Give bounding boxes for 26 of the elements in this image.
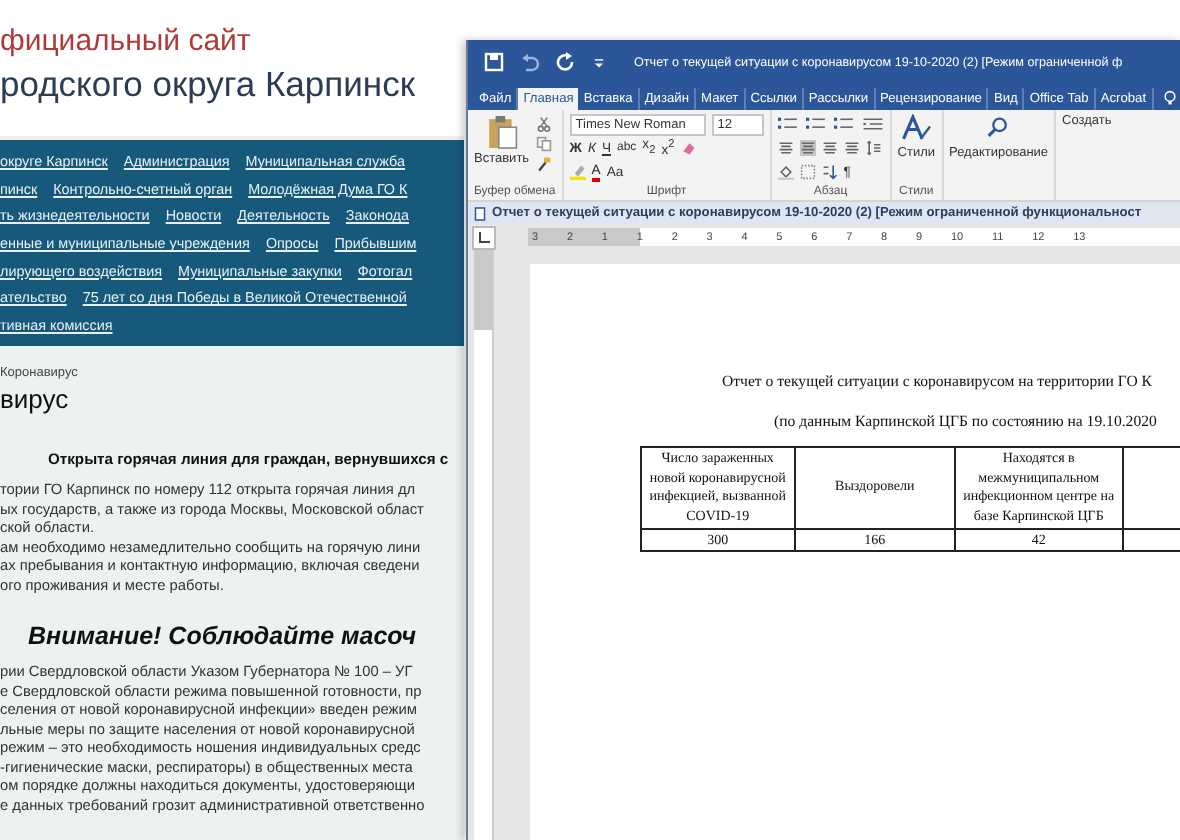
save-icon[interactable] (484, 52, 504, 72)
lightbulb-icon[interactable] (1161, 90, 1178, 106)
align-icon[interactable] (777, 140, 794, 156)
site-subtitle: фициальный сайт (0, 24, 253, 58)
list-icon[interactable] (805, 116, 828, 132)
styles-icon (900, 114, 933, 142)
site-title: родского округа Карпинск (0, 64, 417, 106)
line-spacing-icon[interactable] (865, 140, 882, 156)
borders-icon[interactable] (799, 164, 816, 180)
shading-icon[interactable] (777, 164, 794, 180)
paintbrush-icon[interactable] (535, 156, 552, 172)
redo-icon[interactable] (556, 52, 576, 72)
eraser-icon[interactable] (680, 140, 697, 156)
warning-heading: Внимание! Соблюдайте масоч (28, 622, 418, 651)
undo-icon[interactable] (520, 52, 540, 72)
sort-icon[interactable] (821, 164, 838, 180)
tab-selector-icon[interactable] (472, 225, 496, 249)
page-title: вирус (0, 384, 71, 415)
align-icon[interactable] (799, 140, 816, 156)
list-icon[interactable] (777, 116, 800, 132)
document-icon (474, 205, 486, 221)
align-icon[interactable] (843, 140, 860, 156)
align-icon[interactable] (821, 140, 838, 156)
scissors-icon[interactable] (535, 116, 552, 132)
list-icon[interactable] (833, 116, 856, 132)
indent-icon[interactable] (861, 116, 884, 132)
